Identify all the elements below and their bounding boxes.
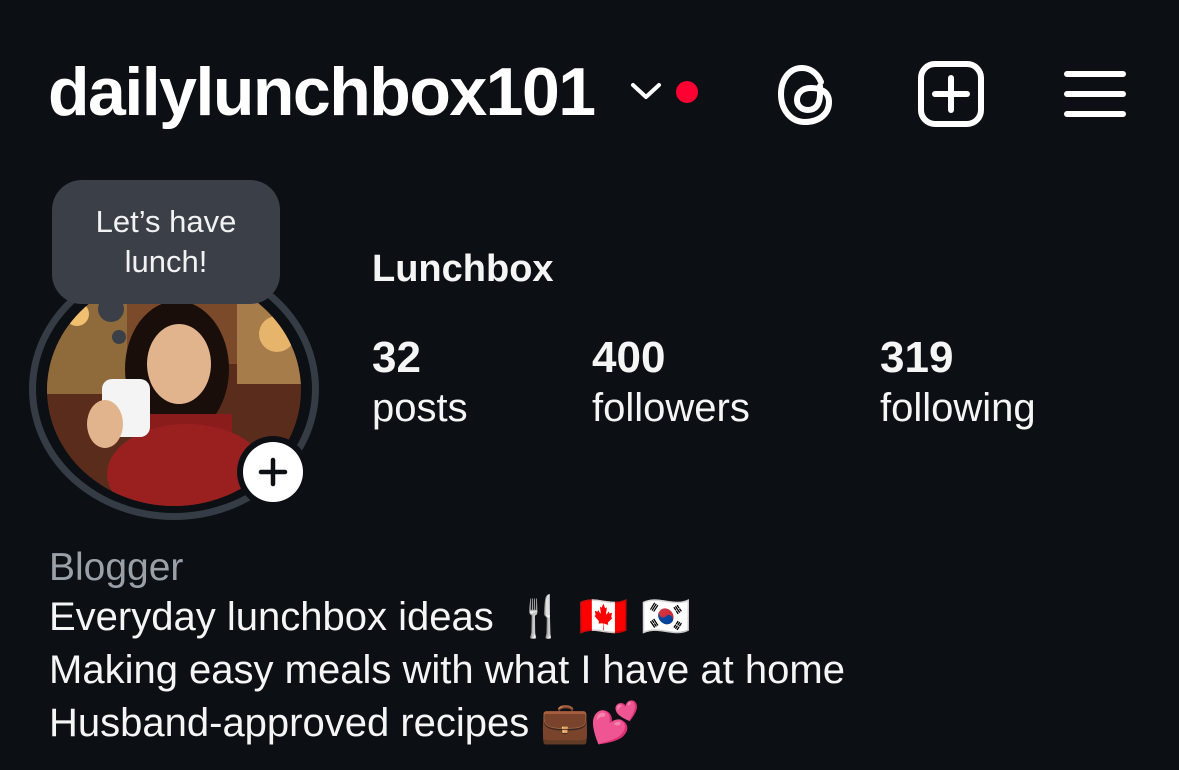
threads-icon <box>777 64 833 126</box>
new-post-icon <box>918 61 984 127</box>
bio-line-1-text: Everyday lunchbox ideas <box>49 595 494 639</box>
following-value: 319 <box>880 333 954 382</box>
bio-line-3-text: Husband-approved recipes <box>49 701 530 745</box>
note-tail <box>98 296 124 322</box>
note-tail-small <box>112 330 126 344</box>
bio: Blogger Everyday lunchbox ideas 🍴 🇨🇦 🇰🇷 … <box>49 545 1149 750</box>
username-switcher[interactable]: dailylunchbox101 <box>48 52 596 132</box>
posts-count[interactable]: 32 posts <box>372 333 468 433</box>
posts-value: 32 <box>372 333 421 382</box>
posts-label: posts <box>372 386 468 430</box>
threads-button[interactable] <box>769 56 845 132</box>
bio-line-3-emojis: 💼💕 <box>540 700 641 746</box>
following-count[interactable]: 319 following <box>880 333 1036 433</box>
followers-label: followers <box>592 386 750 430</box>
menu-button[interactable] <box>1057 56 1133 132</box>
add-story-button[interactable] <box>237 436 309 508</box>
followers-count[interactable]: 400 followers <box>592 333 750 433</box>
bio-line-1-emojis: 🍴 🇨🇦 🇰🇷 <box>515 594 691 640</box>
following-label: following <box>880 386 1036 430</box>
bio-line-2: Making easy meals with what I have at ho… <box>49 648 845 692</box>
profile-note[interactable]: Let’s have lunch! <box>52 180 280 304</box>
bio-line-1: Everyday lunchbox ideas 🍴 🇨🇦 🇰🇷 <box>49 591 1149 644</box>
display-name: Lunchbox <box>372 248 554 290</box>
profile-header: dailylunchbox101 <box>0 0 1179 185</box>
chevron-down-icon[interactable] <box>628 76 664 106</box>
menu-icon <box>1064 71 1126 117</box>
notification-dot <box>676 81 698 103</box>
category-label: Blogger <box>49 546 184 589</box>
new-post-button[interactable] <box>913 56 989 132</box>
bio-line-3: Husband-approved recipes 💼💕 <box>49 697 1149 750</box>
followers-value: 400 <box>592 333 666 382</box>
plus-icon <box>258 457 288 487</box>
